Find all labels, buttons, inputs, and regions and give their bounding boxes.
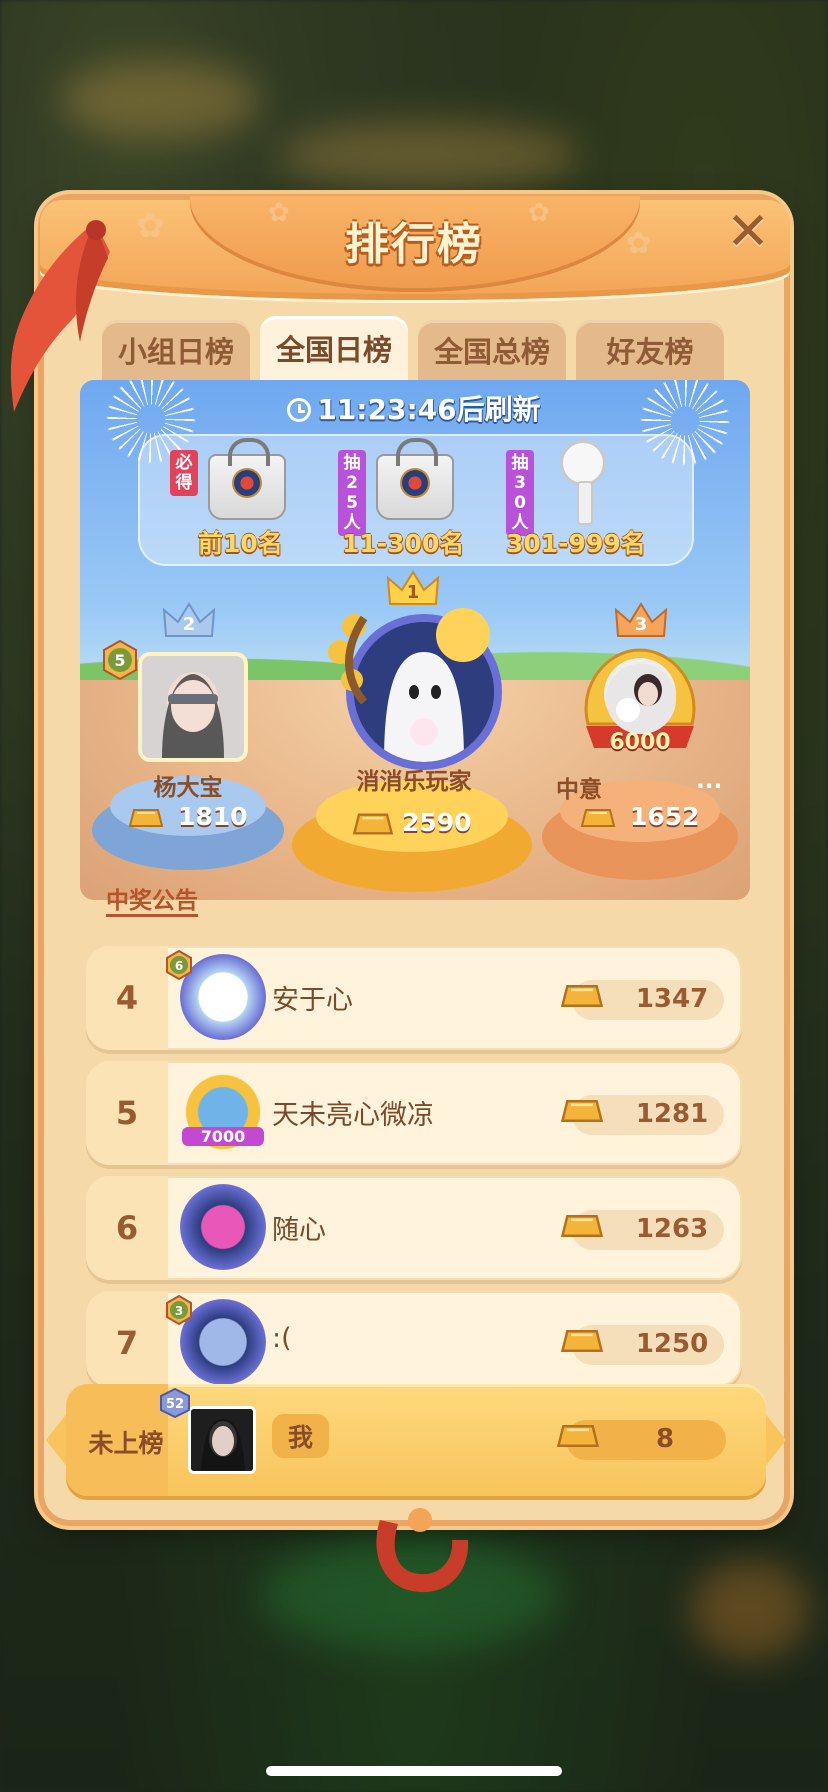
podium-name: 杨大宝	[153, 775, 223, 801]
row-name: 安于心	[272, 985, 353, 1016]
podium-name: 中意	[556, 777, 602, 803]
row-score: 1347	[635, 984, 709, 1014]
gold-bar-icon	[556, 1420, 600, 1452]
level-badge: 3	[164, 1294, 194, 1326]
level-number: 5	[114, 651, 125, 670]
frame-label: 7000	[182, 1127, 264, 1146]
gold-bar-icon	[128, 806, 164, 830]
row-score: 1281	[635, 1099, 709, 1129]
my-rank-status: 未上榜	[88, 1429, 164, 1458]
row-rank: 7	[86, 1291, 168, 1387]
close-button[interactable]: ✕	[722, 206, 774, 260]
refresh-timer: 11:23:46后刷新	[0, 388, 828, 428]
podium-score: 1810	[178, 802, 248, 831]
avatar	[180, 1184, 266, 1270]
podium-name: 消消乐玩家	[356, 769, 472, 795]
tab-national-daily[interactable]: 全国日榜	[260, 316, 408, 380]
podium-score: 2590	[402, 808, 472, 837]
crown-icon: 3	[614, 600, 668, 640]
avatar[interactable]	[606, 664, 676, 734]
ribbon-decoration	[376, 1508, 469, 1593]
row-name: :(	[272, 1323, 292, 1354]
gold-bar-icon	[560, 1095, 604, 1127]
crown-icon: 2	[162, 600, 216, 640]
leaderboard-tabs: 小组日榜 全国日榜 全国总榜 好友榜	[102, 316, 724, 380]
frame-label: 6000	[609, 730, 671, 755]
level-number: 3	[175, 1304, 183, 1318]
page-title: 排行榜	[345, 219, 483, 270]
table-row[interactable]: 5 7000 天未亮心微凉 1281	[86, 1061, 742, 1165]
prize-label: 11-300名	[342, 529, 465, 558]
tote-bag-icon	[208, 438, 286, 520]
tab-national-total[interactable]: 全国总榜	[418, 320, 566, 380]
row-score: 1263	[635, 1214, 709, 1244]
home-indicator[interactable]	[266, 1766, 562, 1776]
level-number: 6	[175, 959, 183, 973]
gold-bar-icon	[352, 810, 394, 838]
row-rank: 5	[86, 1061, 168, 1165]
gold-bar-icon	[560, 1325, 604, 1357]
my-rank-row[interactable]: 未上榜 52 我 8	[66, 1384, 766, 1496]
gold-bar-icon	[560, 980, 604, 1012]
my-score: 8	[655, 1424, 675, 1454]
row-rank: 4	[86, 946, 168, 1050]
name-ellipsis: ...	[696, 768, 723, 794]
my-name: 我	[272, 1414, 330, 1458]
level-badge: 6	[164, 949, 194, 981]
winner-announcement-link[interactable]: 中奖公告	[106, 888, 198, 917]
row-score: 1250	[635, 1329, 709, 1359]
gold-bar-icon	[580, 806, 616, 830]
avatar[interactable]	[138, 652, 248, 762]
avatar	[188, 1406, 256, 1474]
row-name: 随心	[272, 1215, 326, 1246]
prize-tag: 必得	[170, 450, 198, 496]
crown-icon: 1	[386, 568, 440, 608]
tab-friends[interactable]: 好友榜	[576, 320, 724, 380]
level-badge: 5	[100, 639, 137, 681]
moon-icon	[436, 608, 490, 662]
prize-label: 前10名	[198, 529, 283, 558]
gold-bar-icon	[560, 1210, 604, 1242]
table-row[interactable]: 7 3 :( 1250	[86, 1291, 742, 1387]
flower-frame-icon	[324, 608, 380, 705]
clock-icon	[287, 398, 312, 422]
tote-bag-icon	[376, 438, 454, 520]
row-name: 天未亮心微凉	[272, 1100, 434, 1131]
row-rank: 6	[86, 1176, 168, 1280]
prize-label: 301-999名	[506, 529, 646, 558]
level-badge: 52	[158, 1387, 192, 1419]
table-row[interactable]: 4 6 安于心 1347	[86, 946, 742, 1050]
level-number: 52	[166, 1397, 184, 1412]
tab-group-daily[interactable]: 小组日榜	[102, 320, 250, 380]
table-row[interactable]: 6 随心 1263	[86, 1176, 742, 1280]
podium-score: 1652	[630, 802, 700, 831]
hand-fan-icon	[560, 440, 606, 525]
